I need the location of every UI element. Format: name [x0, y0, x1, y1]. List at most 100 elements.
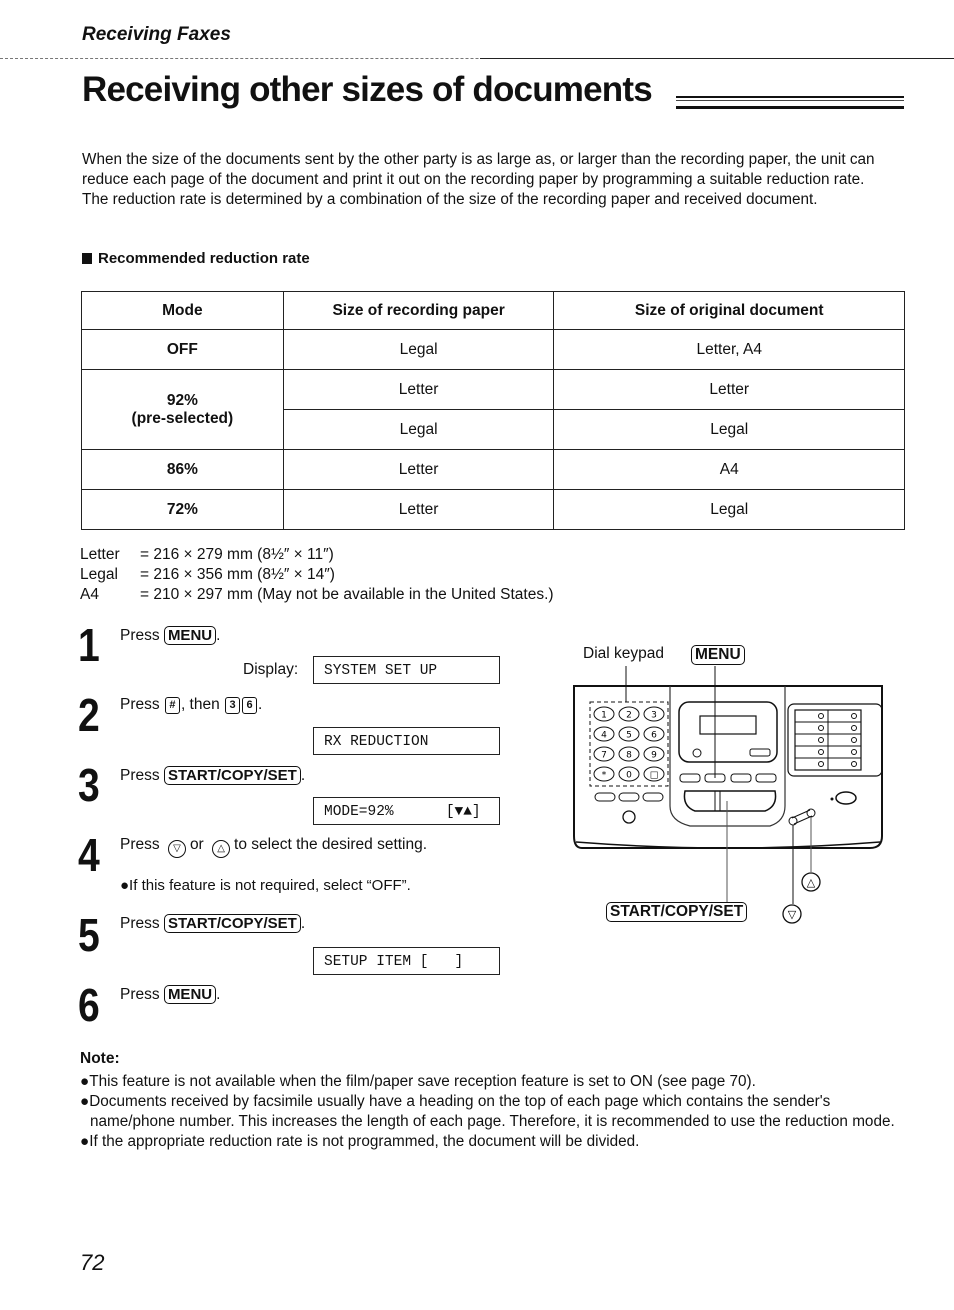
start-copy-set-key: START/COPY/SET: [163, 914, 301, 933]
paper-size-value: = 216 × 356 mm (8½″ × 14″): [140, 566, 335, 583]
fax-panel-drawing: 1 2 3 4 5 6 7 8 9 * 0 □ △ ▽: [573, 666, 883, 924]
hash-key: #: [164, 697, 180, 714]
step-1-instruction: Press MENU.: [120, 626, 220, 645]
original-document-cell: Letter, A4: [553, 329, 905, 370]
note-item: ●This feature is not available when the …: [80, 1073, 756, 1090]
original-document-cell: Legal: [553, 409, 905, 450]
note-item: ●If the appropriate reduction rate is no…: [80, 1133, 640, 1150]
square-bullet-icon: [82, 253, 92, 264]
paper-size-legal: Legal = 216 × 356 mm (8½″ × 14″): [80, 565, 554, 585]
intro-paragraph-1: When the size of the documents sent by t…: [82, 151, 875, 188]
paper-size-name: Legal: [80, 566, 118, 583]
step-number: 6: [78, 979, 100, 1031]
recording-paper-cell: Legal: [282, 409, 555, 450]
one-touch-button: [851, 749, 857, 755]
table-row: OFF Legal Letter, A4: [81, 329, 905, 370]
table-row: 92% (pre-selected) Letter Letter: [81, 369, 905, 450]
step-number: 4: [78, 829, 100, 881]
step-4-bullet: ●If this feature is not required, select…: [120, 877, 411, 894]
menu-key: MENU: [163, 985, 217, 1004]
step-number: 2: [78, 689, 100, 741]
note-item: ●Documents received by facsimile usually…: [80, 1093, 895, 1130]
indicator-light: [692, 748, 702, 758]
step-2-instruction: Press #, then 36.: [120, 696, 262, 714]
keypad-key-label: 5: [626, 731, 632, 741]
function-button: [730, 773, 752, 783]
recording-paper-cell: Letter: [282, 449, 555, 490]
start-button: [683, 790, 777, 812]
mode-note: (pre-selected): [131, 409, 234, 427]
one-touch-button: [818, 761, 824, 767]
column-header-recording-paper: Size of recording paper: [282, 291, 555, 330]
step-prefix: Press: [120, 696, 160, 713]
notes-list: ●This feature is not available when the …: [80, 1072, 910, 1152]
lcd-screen: [699, 715, 757, 735]
section-header: Receiving Faxes: [82, 24, 231, 45]
paper-size-a4: A4 = 210 × 297 mm (May not be available i…: [80, 585, 554, 605]
step-number: 3: [78, 759, 100, 811]
step-prefix: Press: [120, 767, 160, 784]
one-touch-button: [851, 713, 857, 719]
step-suffix: .: [300, 915, 306, 932]
keypad-key-label: 4: [601, 731, 607, 741]
keypad-key-label: *: [602, 771, 607, 781]
table-row: 72% Letter Legal: [81, 489, 905, 530]
down-button: [788, 816, 798, 826]
down-arrow-glyph: ▽: [788, 908, 797, 921]
keypad-key-label: 9: [651, 751, 657, 761]
step-3-instruction: Press START/COPY/SET.: [120, 766, 305, 785]
column-header-mode: Mode: [81, 291, 284, 330]
recording-paper-cell: Letter: [282, 489, 555, 530]
step-suffix: .: [216, 627, 221, 644]
original-document-cell: Letter: [553, 369, 905, 410]
keypad-key-label: 0: [626, 771, 632, 781]
dial-keypad: 1 2 3 4 5 6 7 8 9 * 0 □: [593, 706, 665, 782]
keypad-key-label: 8: [626, 751, 632, 761]
paper-size-name: Letter: [80, 546, 120, 563]
note-title: Note:: [80, 1050, 120, 1067]
column-header-original-document: Size of original document: [553, 291, 905, 330]
one-touch-button: [818, 737, 824, 743]
volume-button: [835, 791, 857, 805]
keypad-key-label: 2: [626, 711, 632, 721]
mode-value: 92%: [166, 391, 198, 409]
keypad-key-label: 1: [601, 711, 607, 721]
lcd-display-mode: MODE=92% [▼▲]: [313, 797, 500, 825]
step-prefix: Press: [120, 627, 160, 644]
dial-knob: [622, 810, 636, 824]
step-prefix: Press: [120, 836, 160, 853]
original-document-cell: A4: [553, 449, 905, 490]
fax-panel-diagram: Dial keypad MENU START/COPY/SET 12345678…: [570, 636, 900, 936]
one-touch-button: [818, 725, 824, 731]
step-middle: , then: [180, 696, 220, 713]
step-suffix: .: [258, 696, 263, 713]
table-header-row: Mode Size of recording paper Size of ori…: [81, 291, 905, 330]
paper-size-letter: Letter = 216 × 279 mm (8½″ × 11″): [80, 545, 554, 565]
paper-size-value: = 210 × 297 mm (May not be available in …: [140, 586, 554, 603]
page-title: Receiving other sizes of documents: [82, 70, 653, 109]
digit-key-6: 6: [242, 697, 258, 714]
one-touch-button: [851, 725, 857, 731]
down-arrow-key-icon: ▽: [167, 840, 186, 858]
function-button: [679, 773, 701, 783]
step-or: or: [189, 836, 204, 853]
one-touch-button: [851, 737, 857, 743]
step-number: 5: [78, 909, 100, 961]
keypad-key-label: 6: [651, 731, 657, 741]
keypad-key-label: □: [650, 771, 659, 781]
table-row: 86% Letter A4: [81, 449, 905, 490]
step-prefix: Press: [120, 986, 160, 1003]
title-rule: [676, 96, 904, 109]
mode-cell: 86%: [81, 449, 284, 490]
table-heading-text: Recommended reduction rate: [98, 250, 310, 267]
step-number: 1: [78, 619, 100, 671]
keypad-key-label: 7: [601, 751, 607, 761]
mode-cell: OFF: [81, 329, 284, 370]
intro: When the size of the documents sent by t…: [82, 150, 912, 210]
up-button: [806, 808, 816, 818]
step-5-instruction: Press START/COPY/SET.: [120, 914, 305, 933]
lcd-display-rx-reduction: RX REDUCTION: [313, 727, 500, 755]
start-copy-set-key: START/COPY/SET: [163, 766, 301, 785]
one-touch-button: [851, 761, 857, 767]
intro-paragraph-2: The reduction rate is determined by a co…: [82, 191, 818, 208]
